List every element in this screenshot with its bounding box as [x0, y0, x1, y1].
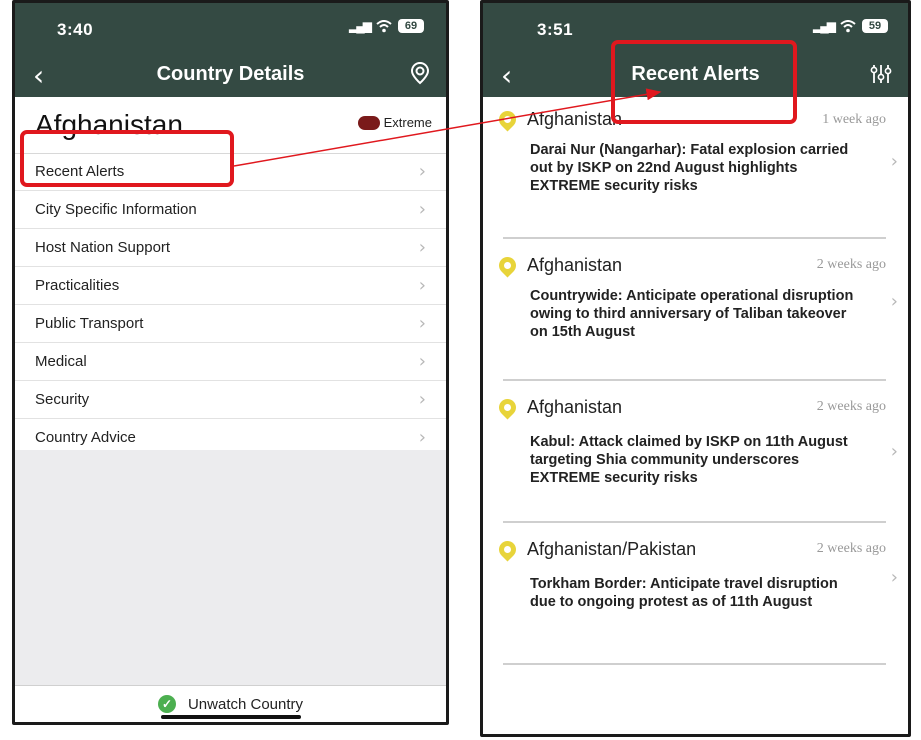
menu-item-label: Practicalities — [35, 277, 120, 294]
chevron-right-icon: › — [418, 351, 426, 372]
status-icons: ▂▄▆ 69 — [349, 19, 424, 33]
battery-icon: 69 — [398, 19, 424, 33]
menu-item-label: Country Advice — [35, 429, 136, 446]
unwatch-country-button[interactable]: ✓ Unwatch Country — [15, 685, 446, 722]
alert-country: Afghanistan — [527, 397, 623, 417]
risk-level-label: Extreme — [383, 115, 432, 130]
risk-badge: Extreme — [357, 115, 432, 130]
chevron-right-icon: › — [418, 275, 426, 296]
menu-item-practicalities[interactable]: Practicalities › — [15, 267, 446, 305]
status-icons: ▂▄▆ 59 — [813, 19, 888, 33]
risk-level-dot-icon — [357, 115, 380, 130]
check-circle-icon: ✓ — [157, 695, 176, 713]
location-pin-icon — [495, 253, 520, 278]
chevron-right-icon: › — [418, 389, 426, 410]
location-pin-icon — [495, 395, 520, 420]
home-indicator — [160, 715, 301, 719]
menu-item-public-transport[interactable]: Public Transport › — [15, 305, 446, 343]
menu-item-label: Host Nation Support — [35, 239, 171, 256]
alert-item[interactable]: Afghanistan 2 weeks ago Kabul: Attack cl… — [495, 381, 898, 523]
chevron-right-icon: › — [890, 441, 898, 462]
annotation-highlight-recent-alerts-title — [611, 40, 797, 124]
page-title: Country Details — [156, 63, 305, 85]
alert-item[interactable]: Afghanistan 2 weeks ago Countrywide: Ant… — [495, 239, 898, 381]
filter-sliders-icon[interactable] — [870, 63, 892, 85]
menu-item-security[interactable]: Security › — [15, 381, 446, 419]
nav-bar: ‹ Country Details — [15, 53, 446, 97]
location-pin-icon — [495, 107, 520, 132]
alert-time: 2 weeks ago — [816, 541, 886, 556]
chevron-right-icon: › — [418, 313, 426, 334]
alert-text: Darai Nur (Nangarhar): Fatal explosion c… — [530, 142, 849, 194]
alert-text: Countrywide: Anticipate operational disr… — [530, 288, 854, 340]
menu-item-label: Public Transport — [35, 315, 144, 332]
location-pin-icon[interactable] — [410, 61, 430, 85]
alert-country: Afghanistan/Pakistan — [527, 539, 697, 559]
menu-item-label: City Specific Information — [35, 201, 197, 218]
annotation-highlight-recent-alerts — [20, 130, 234, 187]
menu-item-host-nation-support[interactable]: Host Nation Support › — [15, 229, 446, 267]
country-details-screen: 3:40 ▂▄▆ 69 ‹ Country Details Afghanista… — [12, 0, 449, 725]
wifi-icon — [840, 19, 856, 32]
status-time: 3:51 — [537, 20, 574, 39]
chevron-right-icon: › — [890, 567, 898, 588]
chevron-right-icon: › — [418, 199, 426, 220]
alert-country: Afghanistan — [527, 255, 623, 275]
menu-item-city-specific-information[interactable]: City Specific Information › — [15, 191, 446, 229]
chevron-right-icon: › — [418, 237, 426, 258]
alert-time: 1 week ago — [822, 112, 886, 127]
alert-time: 2 weeks ago — [816, 399, 886, 414]
alerts-list: Afghanistan 1 week ago Darai Nur (Nangar… — [483, 97, 908, 665]
menu-item-label: Security — [35, 391, 90, 408]
chevron-right-icon: › — [418, 161, 426, 182]
empty-content-area — [15, 450, 446, 686]
location-pin-icon — [495, 537, 520, 562]
alert-item[interactable]: Afghanistan/Pakistan 2 weeks ago Torkham… — [495, 523, 898, 665]
signal-icon: ▂▄▆ — [349, 19, 372, 33]
country-menu-list: Recent Alerts › City Specific Information… — [15, 153, 446, 457]
alert-text: Torkham Border: Anticipate travel disrup… — [530, 576, 838, 610]
alert-text: Kabul: Attack claimed by ISKP on 11th Au… — [530, 434, 848, 486]
signal-icon: ▂▄▆ — [813, 19, 836, 33]
battery-icon: 59 — [862, 19, 888, 33]
chevron-right-icon: › — [890, 151, 898, 172]
alert-country: Afghanistan — [527, 109, 623, 129]
status-time: 3:40 — [57, 20, 94, 39]
status-bar: 3:40 ▂▄▆ 69 — [15, 3, 446, 53]
menu-item-medical[interactable]: Medical › — [15, 343, 446, 381]
wifi-icon — [376, 19, 392, 32]
chevron-right-icon: › — [890, 291, 898, 312]
unwatch-country-label: Unwatch Country — [187, 695, 304, 713]
menu-item-label: Medical — [35, 353, 87, 370]
alert-time: 2 weeks ago — [816, 257, 886, 272]
